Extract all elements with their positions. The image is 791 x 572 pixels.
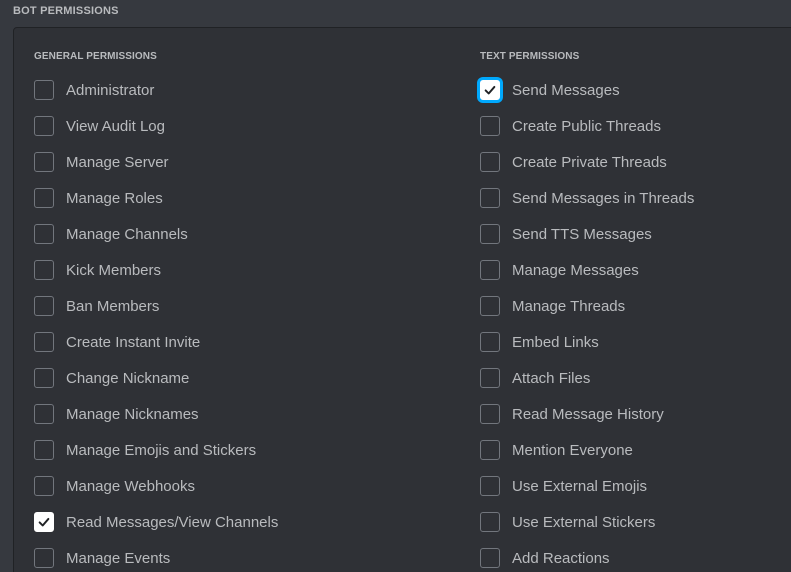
permission-label: Change Nickname <box>66 369 190 387</box>
permission-label: Manage Channels <box>66 225 188 243</box>
permission-send-messages[interactable]: Send Messages <box>480 72 791 108</box>
permission-label: Manage Roles <box>66 189 163 207</box>
permission-label: Manage Nicknames <box>66 405 199 423</box>
permission-label: Manage Webhooks <box>66 477 195 495</box>
permission-manage-roles[interactable]: Manage Roles <box>34 180 354 216</box>
permission-checkbox[interactable] <box>480 116 500 136</box>
permission-checkbox[interactable] <box>480 548 500 568</box>
permission-checkbox[interactable] <box>34 440 54 460</box>
permission-embed-links[interactable]: Embed Links <box>480 324 791 360</box>
permission-label: Add Reactions <box>512 549 610 567</box>
permission-checkbox[interactable] <box>34 116 54 136</box>
permission-manage-webhooks[interactable]: Manage Webhooks <box>34 468 354 504</box>
permission-checkbox[interactable] <box>34 152 54 172</box>
permission-checkbox[interactable] <box>34 476 54 496</box>
permission-view-audit-log[interactable]: View Audit Log <box>34 108 354 144</box>
permission-checkbox[interactable] <box>480 152 500 172</box>
permission-label: Create Instant Invite <box>66 333 201 351</box>
permission-read-messages-view-channels[interactable]: Read Messages/View Channels <box>34 504 354 540</box>
permission-checkbox[interactable] <box>480 296 500 316</box>
permission-label: Send TTS Messages <box>512 225 652 243</box>
permission-add-reactions[interactable]: Add Reactions <box>480 540 791 572</box>
permission-checkbox[interactable] <box>480 440 500 460</box>
permission-manage-server[interactable]: Manage Server <box>34 144 354 180</box>
permission-attach-files[interactable]: Attach Files <box>480 360 791 396</box>
permission-label: Send Messages <box>512 81 620 99</box>
permission-label: Create Public Threads <box>512 117 661 135</box>
general-permissions-title: GENERAL PERMISSIONS <box>34 51 157 62</box>
permission-label: Ban Members <box>66 297 160 315</box>
permission-manage-nicknames[interactable]: Manage Nicknames <box>34 396 354 432</box>
bot-permissions-page: BOT PERMISSIONS GENERAL PERMISSIONS Admi… <box>0 0 791 572</box>
permissions-panel: GENERAL PERMISSIONS Administrator View Au… <box>13 27 791 572</box>
permission-use-external-stickers[interactable]: Use External Stickers <box>480 504 791 540</box>
permission-checkbox[interactable] <box>34 332 54 352</box>
permission-send-tts-messages[interactable]: Send TTS Messages <box>480 216 791 252</box>
text-permissions-title: TEXT PERMISSIONS <box>480 51 580 62</box>
permission-checkbox[interactable] <box>34 224 54 244</box>
permission-manage-messages[interactable]: Manage Messages <box>480 252 791 288</box>
checkmark-icon <box>484 85 496 95</box>
permission-create-private-threads[interactable]: Create Private Threads <box>480 144 791 180</box>
permission-kick-members[interactable]: Kick Members <box>34 252 354 288</box>
permission-ban-members[interactable]: Ban Members <box>34 288 354 324</box>
permission-manage-events[interactable]: Manage Events <box>34 540 354 572</box>
permission-label: View Audit Log <box>66 117 165 135</box>
permission-label: Manage Events <box>66 549 171 567</box>
permission-checkbox[interactable] <box>480 80 500 100</box>
checkmark-icon <box>38 517 50 527</box>
permission-label: Embed Links <box>512 333 599 351</box>
permission-manage-emojis-and-stickers[interactable]: Manage Emojis and Stickers <box>34 432 354 468</box>
permission-checkbox[interactable] <box>34 296 54 316</box>
permission-checkbox[interactable] <box>34 80 54 100</box>
permission-checkbox[interactable] <box>34 548 54 568</box>
text-permissions-list: Send Messages Create Public Threads Create… <box>480 72 791 572</box>
permission-label: Mention Everyone <box>512 441 633 459</box>
general-permissions-list: Administrator View Audit Log Manage Server… <box>34 72 354 572</box>
permission-label: Kick Members <box>66 261 162 279</box>
permission-label: Use External Stickers <box>512 513 656 531</box>
permission-label: Read Message History <box>512 405 664 423</box>
permission-checkbox[interactable] <box>480 512 500 532</box>
permission-read-message-history[interactable]: Read Message History <box>480 396 791 432</box>
section-title: BOT PERMISSIONS <box>13 5 119 17</box>
permission-checkbox[interactable] <box>480 224 500 244</box>
permission-label: Manage Messages <box>512 261 639 279</box>
permission-use-external-emojis[interactable]: Use External Emojis <box>480 468 791 504</box>
permission-checkbox[interactable] <box>34 404 54 424</box>
permission-checkbox[interactable] <box>480 404 500 424</box>
permission-send-messages-in-threads[interactable]: Send Messages in Threads <box>480 180 791 216</box>
permission-administrator[interactable]: Administrator <box>34 72 354 108</box>
permission-label: Read Messages/View Channels <box>66 513 279 531</box>
permission-create-public-threads[interactable]: Create Public Threads <box>480 108 791 144</box>
permission-checkbox[interactable] <box>480 476 500 496</box>
permission-label: Create Private Threads <box>512 153 667 171</box>
permission-manage-channels[interactable]: Manage Channels <box>34 216 354 252</box>
permission-checkbox[interactable] <box>480 368 500 388</box>
permission-create-instant-invite[interactable]: Create Instant Invite <box>34 324 354 360</box>
permission-checkbox[interactable] <box>34 260 54 280</box>
permission-manage-threads[interactable]: Manage Threads <box>480 288 791 324</box>
permission-label: Administrator <box>66 81 155 99</box>
permission-label: Manage Server <box>66 153 169 171</box>
permission-label: Send Messages in Threads <box>512 189 695 207</box>
permission-checkbox[interactable] <box>34 368 54 388</box>
permission-label: Attach Files <box>512 369 591 387</box>
permission-checkbox[interactable] <box>34 512 54 532</box>
permission-checkbox[interactable] <box>480 332 500 352</box>
permission-checkbox[interactable] <box>480 260 500 280</box>
permission-checkbox[interactable] <box>480 188 500 208</box>
permission-label: Manage Threads <box>512 297 626 315</box>
permission-mention-everyone[interactable]: Mention Everyone <box>480 432 791 468</box>
permission-label: Use External Emojis <box>512 477 648 495</box>
permission-label: Manage Emojis and Stickers <box>66 441 257 459</box>
permission-checkbox[interactable] <box>34 188 54 208</box>
permission-change-nickname[interactable]: Change Nickname <box>34 360 354 396</box>
